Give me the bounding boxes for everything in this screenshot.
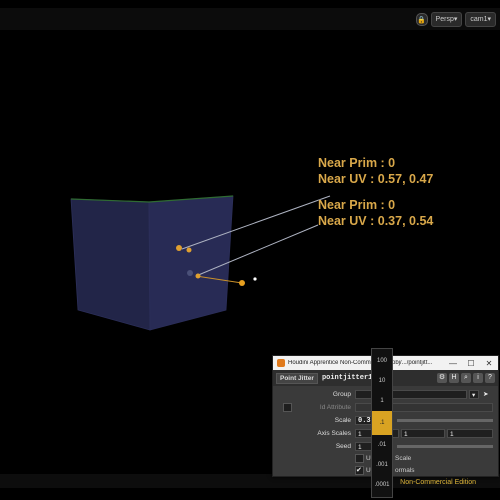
id-attribute-toggle[interactable] — [283, 403, 292, 412]
axis-scale-z-field[interactable]: 1 — [447, 429, 493, 438]
axis-scale-y-field[interactable]: 1 — [401, 429, 445, 438]
search-icon[interactable]: ⌕ — [461, 373, 471, 383]
cube-right-face — [148, 195, 234, 331]
uniform-scale-checkbox[interactable] — [355, 454, 364, 463]
ladder-step[interactable]: 1 — [372, 393, 392, 409]
point-marker-1b — [186, 247, 192, 253]
window-title: Houdini Apprentice Non-Commercial - /obj… — [288, 360, 433, 366]
group-label: Group — [332, 391, 351, 398]
ladder-step[interactable]: .01 — [372, 437, 392, 453]
node-type-label: Point Jitter — [276, 372, 318, 384]
annotation-label-1: Near Prim : 0 Near UV : 0.57, 0.47 — [318, 156, 434, 186]
select-arrow-icon[interactable]: ➤ — [481, 390, 493, 399]
close-button[interactable]: ✕ — [480, 359, 498, 368]
ladder-step-active[interactable]: .1 — [372, 411, 392, 435]
axis-scales-label: Axis Scales — [317, 430, 351, 437]
jittered-point — [239, 280, 245, 286]
ladder-step[interactable]: .0001 — [372, 477, 392, 493]
normals-suffix: ormals — [395, 467, 415, 474]
cube-left-face — [70, 198, 151, 331]
seed-label: Seed — [335, 443, 351, 450]
normals-checkbox[interactable]: ✔ — [355, 466, 364, 475]
maximize-button[interactable]: ☐ — [462, 359, 480, 368]
normals-prefix: U — [366, 467, 371, 474]
group-dropdown[interactable]: ▾ — [469, 390, 479, 399]
seed-slider[interactable] — [397, 445, 493, 448]
point-marker-2b — [195, 273, 201, 279]
minimize-button[interactable]: — — [444, 359, 462, 368]
ladder-step[interactable]: 10 — [372, 373, 392, 389]
ladder-step[interactable]: .001 — [372, 457, 392, 473]
help-icon[interactable]: H — [449, 373, 459, 383]
point-marker-1 — [176, 245, 182, 251]
scale-slider[interactable] — [397, 419, 493, 422]
value-ladder[interactable]: 100 10 1 .1 .01 .001 .0001 — [371, 348, 393, 498]
scale-label: Scale — [334, 417, 351, 424]
id-attribute-label: Id Attribute — [319, 404, 351, 411]
question-icon[interactable]: ? — [485, 373, 495, 383]
ladder-step[interactable]: 100 — [372, 353, 392, 369]
annotation-label-2: Near Prim : 0 Near UV : 0.37, 0.54 — [318, 198, 434, 228]
houdini-logo-icon — [277, 359, 285, 367]
uniform-scale-suffix: Scale — [395, 455, 412, 462]
info-icon[interactable]: i — [473, 373, 483, 383]
node-name-field[interactable]: pointjitter1 — [322, 374, 372, 382]
cursor-point — [253, 277, 257, 281]
gear-icon[interactable]: ⚙ — [437, 373, 447, 383]
non-commercial-label: Non-Commercial Edition — [400, 479, 476, 486]
point-marker-2 — [187, 270, 193, 276]
